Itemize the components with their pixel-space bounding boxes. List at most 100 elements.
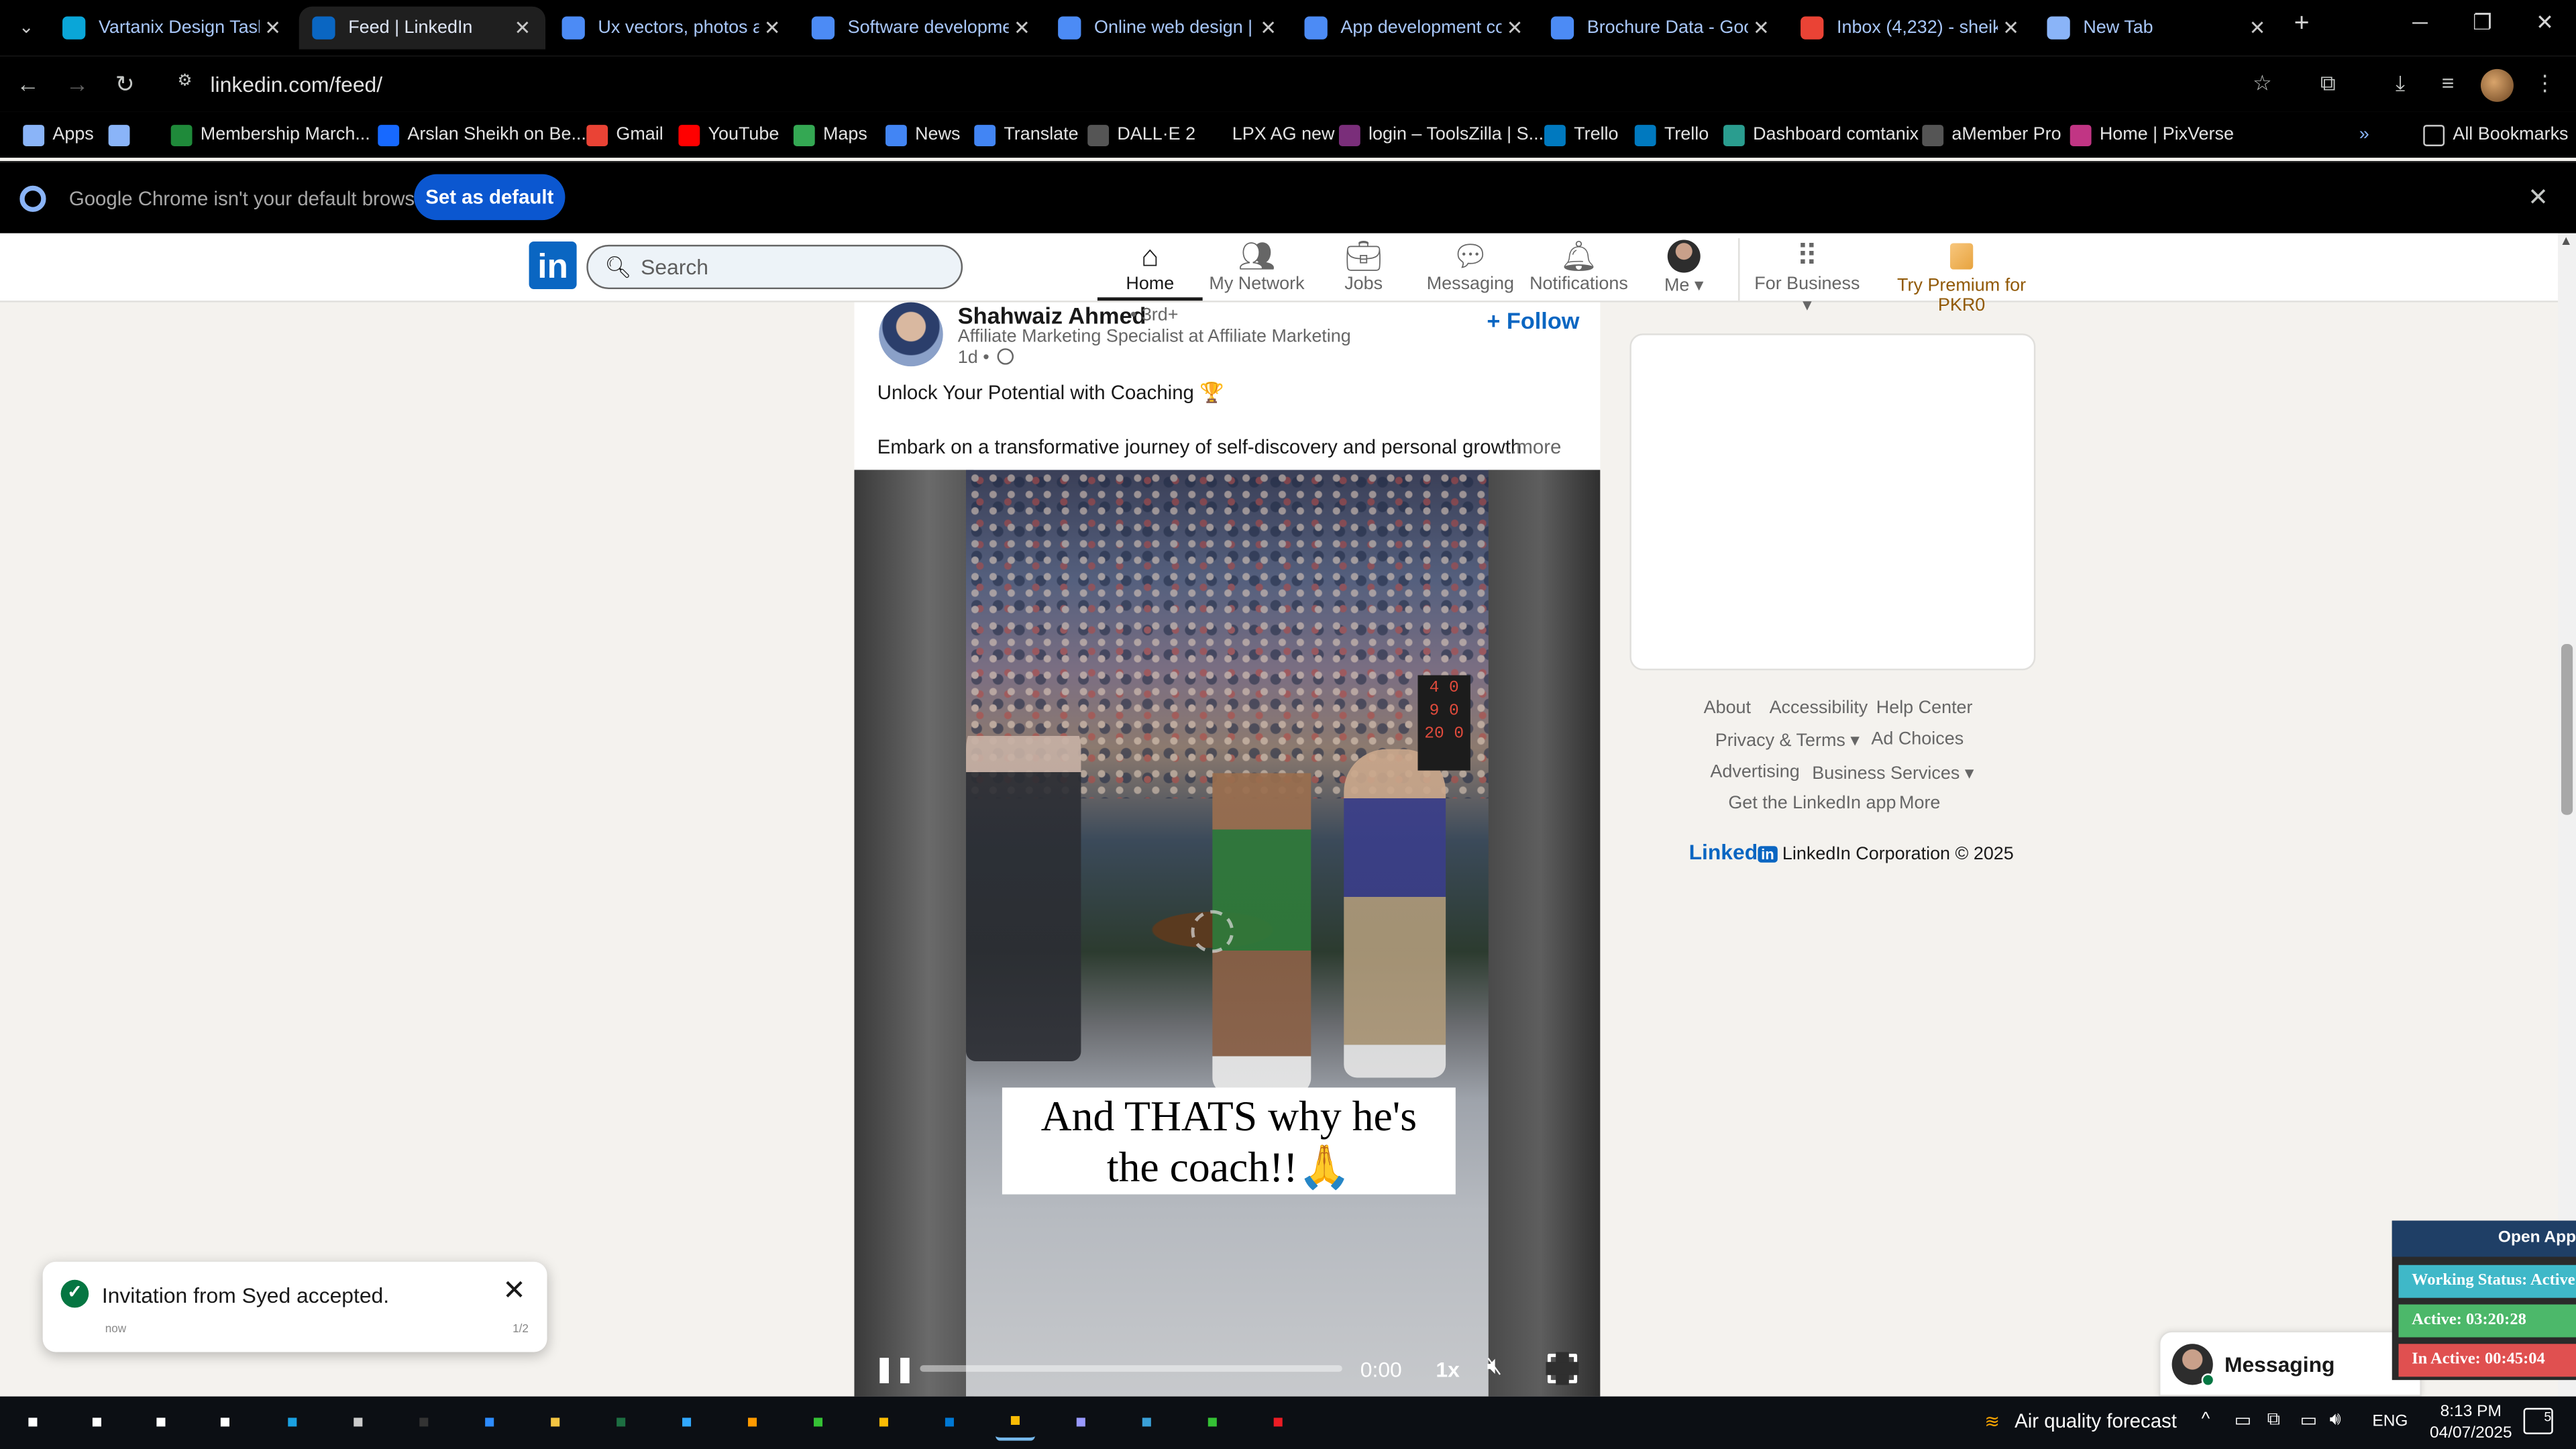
bookmark-1[interactable]: Apps xyxy=(23,121,94,148)
tab-2[interactable]: Feed | LinkedIn ✕ xyxy=(299,6,546,50)
close-tab-icon[interactable]: ✕ xyxy=(2244,16,2270,39)
close-window-icon[interactable]: ✕ xyxy=(2520,10,2569,43)
zoom-icon[interactable]: ■ xyxy=(470,1405,509,1441)
bookmark-2[interactable] xyxy=(108,121,138,148)
mute-icon[interactable]: 🔇︎ xyxy=(1487,1352,1519,1385)
linkedin-logo[interactable]: in xyxy=(529,241,577,290)
see-more-link[interactable]: ...more xyxy=(1500,435,1561,458)
language-indicator[interactable]: ENG xyxy=(2372,1413,2408,1431)
nav-for-business[interactable]: ⠿ For Business ▾ xyxy=(1752,238,1864,316)
reload-icon[interactable]: ↻ xyxy=(110,69,140,99)
open-app-button[interactable]: Open App xyxy=(2392,1220,2576,1257)
tab-9[interactable]: New Tab ✕ xyxy=(2034,7,2280,50)
forward-icon[interactable]: → xyxy=(62,69,92,99)
bookmark-6[interactable]: YouTube xyxy=(678,121,779,148)
extensions-icon[interactable]: ⧉ xyxy=(2313,70,2343,100)
close-infobar-icon[interactable]: ✕ xyxy=(2524,182,2553,212)
author-name[interactable]: Shahwaiz Ahmed xyxy=(958,303,1146,329)
task-view-icon[interactable]: ■ xyxy=(205,1405,245,1441)
pen-icon[interactable]: ■ xyxy=(338,1405,378,1441)
bookmark-11[interactable]: LPX AG new xyxy=(1202,121,1335,148)
bookmark-14[interactable]: Trello xyxy=(1634,121,1709,148)
bookmark-8[interactable]: News xyxy=(885,121,960,148)
weather-widget[interactable]: ≋ Air quality forecast xyxy=(1984,1409,2177,1432)
footer-more[interactable]: More xyxy=(1899,794,1940,813)
playback-speed-button[interactable]: 1x xyxy=(1436,1357,1459,1382)
close-tab-icon[interactable]: ✕ xyxy=(260,16,286,39)
file-explorer-icon[interactable]: ■ xyxy=(535,1405,575,1441)
excel-icon[interactable]: ■ xyxy=(601,1405,641,1441)
bookmark-4[interactable]: Arslan Sheikh on Be... xyxy=(378,121,586,148)
tab-8[interactable]: Inbox (4,232) - sheik ✕ xyxy=(1788,7,2034,50)
photoshop-icon[interactable]: ■ xyxy=(667,1405,706,1441)
bookmark-13[interactable]: Trello xyxy=(1544,121,1619,148)
bookmark-3[interactable]: Membership March... xyxy=(170,121,370,148)
bookmark-9[interactable]: Translate xyxy=(974,121,1079,148)
tray-meet-icon[interactable]: ▭ xyxy=(2235,1409,2251,1431)
network-icon[interactable]: ▭ xyxy=(2300,1409,2317,1431)
new-tab-button[interactable]: + xyxy=(2287,10,2316,43)
search-box[interactable]: 🔍︎ xyxy=(586,244,963,290)
footer-privacy-terms[interactable]: Privacy & Terms ▾ xyxy=(1715,729,1860,751)
author-avatar[interactable] xyxy=(879,302,943,367)
footer-advertising[interactable]: Advertising xyxy=(1710,762,1799,782)
footer-help-center[interactable]: Help Center xyxy=(1876,698,1973,718)
close-toast-icon[interactable]: ✕ xyxy=(499,1276,529,1306)
tab-6[interactable]: App development co ✕ xyxy=(1291,7,1538,50)
tab-search-icon[interactable]: ⌄ xyxy=(10,16,43,39)
bookmark-10[interactable]: DALL·E 2 xyxy=(1087,121,1195,148)
close-tab-icon[interactable]: ✕ xyxy=(759,16,785,39)
menu-icon[interactable]: ⋮ xyxy=(2530,70,2559,100)
url-text[interactable]: linkedin.com/feed/ xyxy=(210,72,382,97)
tab-7[interactable]: Brochure Data - Goo ✕ xyxy=(1538,7,1784,50)
scroll-up-icon[interactable]: ▲ xyxy=(2560,233,2573,248)
close-tab-icon[interactable]: ✕ xyxy=(1998,16,2024,39)
illustrator-icon[interactable]: ■ xyxy=(733,1405,772,1441)
site-info-icon[interactable]: ⚙ xyxy=(177,72,200,95)
profile-avatar[interactable] xyxy=(2480,68,2514,102)
search-icon[interactable]: ■ xyxy=(77,1405,117,1441)
video-player[interactable]: 4 09 0 20 0 And THATS why he's the coach!… xyxy=(854,470,1601,1397)
cortana-icon[interactable]: ■ xyxy=(142,1405,181,1441)
chat-icon[interactable]: ■ xyxy=(1193,1405,1232,1441)
scroll-thumb[interactable] xyxy=(2561,644,2573,815)
nav-messaging[interactable]: 💬︎ Messaging xyxy=(1423,238,1518,301)
bookmark-star-icon[interactable]: ☆ xyxy=(2247,70,2277,100)
footer-about[interactable]: About xyxy=(1704,698,1751,718)
app-icon[interactable]: ■ xyxy=(1127,1405,1167,1441)
try-premium-link[interactable]: Try Premium for PKR0 xyxy=(1873,238,2050,315)
set-as-default-button[interactable]: Set as default xyxy=(414,174,566,221)
tab-4[interactable]: Software developmen ✕ xyxy=(798,7,1044,50)
chrome-active-icon[interactable]: ■ xyxy=(996,1405,1035,1441)
nav-notifications[interactable]: 🔔︎ Notifications xyxy=(1525,238,1633,301)
windows-start-icon[interactable]: ■ xyxy=(13,1405,53,1441)
footer-accessibility[interactable]: Accessibility xyxy=(1770,698,1868,718)
tray-app-icon[interactable]: ⧉ xyxy=(2267,1409,2280,1431)
bookmark-15[interactable]: Dashboard comtanix xyxy=(1723,121,1919,148)
restore-icon[interactable]: ❐ xyxy=(2458,10,2507,43)
back-icon[interactable]: ← xyxy=(13,69,43,99)
acrobat-icon[interactable]: ■ xyxy=(1258,1405,1298,1441)
bookmark-5[interactable]: Gmail xyxy=(586,121,663,148)
tab-1[interactable]: Vartanix Design Tasks ✕ xyxy=(49,7,295,50)
footer-ad-choices[interactable]: Ad Choices xyxy=(1871,729,1964,749)
bookmark-17[interactable]: Home | PixVerse xyxy=(2070,121,2234,148)
bookmark-7[interactable]: Maps xyxy=(793,121,867,148)
downloads-icon[interactable]: ⤓ xyxy=(2385,70,2415,100)
footer-get-app[interactable]: Get the LinkedIn app xyxy=(1728,794,1896,813)
nav-me[interactable]: Me ▾ xyxy=(1650,238,1719,301)
tab-5[interactable]: Online web design | f ✕ xyxy=(1045,7,1291,50)
messaging-overlay[interactable]: Messaging xyxy=(2158,1330,2422,1397)
close-tab-icon[interactable]: ✕ xyxy=(1501,16,1527,39)
terminal-icon[interactable]: ■ xyxy=(404,1405,443,1441)
close-tab-icon[interactable]: ✕ xyxy=(1748,16,1774,39)
fullscreen-icon[interactable] xyxy=(1546,1352,1579,1385)
nav-home[interactable]: ⌂ Home xyxy=(1097,238,1203,301)
footer-business-services[interactable]: Business Services ▾ xyxy=(1812,762,1974,784)
premiere-icon[interactable]: ■ xyxy=(1061,1405,1101,1441)
vscode-icon[interactable]: ■ xyxy=(930,1405,969,1441)
chat-icon[interactable]: ■ xyxy=(798,1405,838,1441)
chrome-icon[interactable]: ■ xyxy=(864,1405,904,1441)
address-bar[interactable]: ⚙ linkedin.com/feed/ xyxy=(164,62,2294,105)
media-icon[interactable]: ≡ xyxy=(2433,70,2463,100)
